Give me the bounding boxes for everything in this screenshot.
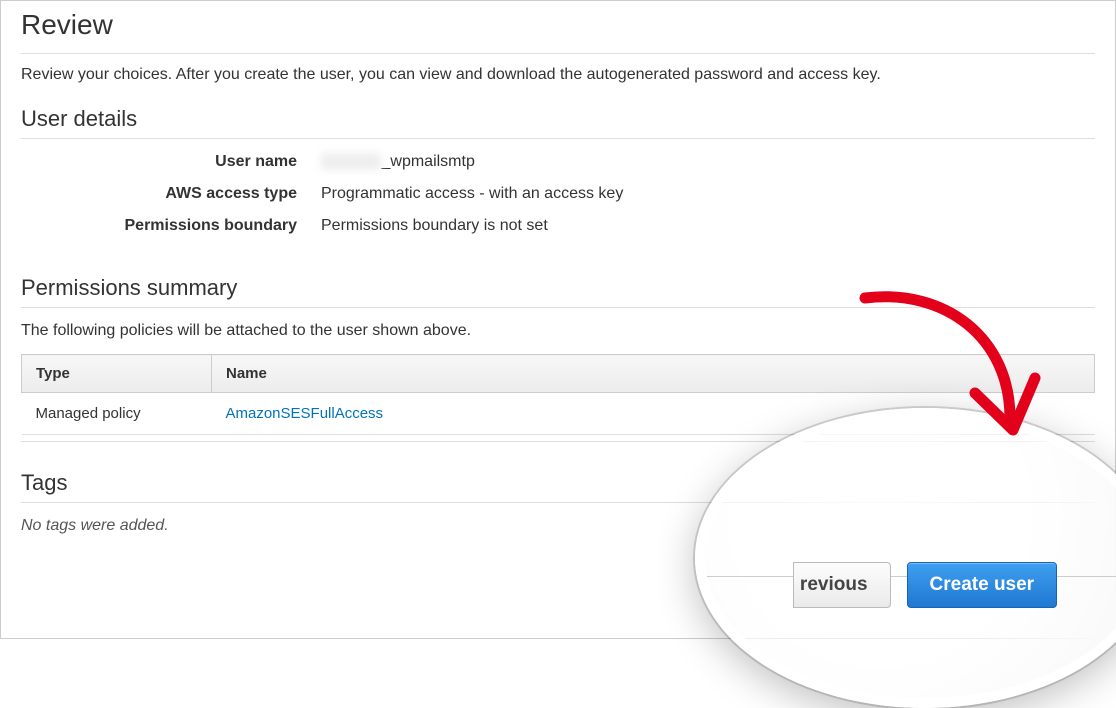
col-header-type[interactable]: Type [22, 355, 212, 393]
section-tags: Tags No tags were added. [21, 470, 1095, 535]
detail-row-username: User name example_wpmailsmtp [21, 153, 1095, 171]
col-header-name[interactable]: Name [212, 355, 1095, 393]
detail-row-access-type: AWS access type Programmatic access - wi… [21, 185, 1095, 203]
divider [21, 138, 1095, 139]
user-details-block: User name example_wpmailsmtp AWS access … [21, 153, 1095, 235]
detail-label-perm-boundary: Permissions boundary [21, 217, 321, 235]
page-title: Review [21, 9, 1095, 45]
create-user-button[interactable]: Create user [907, 562, 1058, 608]
previous-button[interactable]: revious [793, 562, 891, 608]
detail-value-access-type: Programmatic access - with an access key [321, 185, 623, 203]
review-intro-text: Review your choices. After you create th… [21, 66, 1095, 84]
divider [21, 502, 1095, 503]
detail-label-access-type: AWS access type [21, 185, 321, 203]
section-tags-title: Tags [21, 470, 1095, 496]
detail-label-username: User name [21, 153, 321, 171]
policies-table: Type Name Managed policy AmazonSESFullAc… [21, 354, 1095, 435]
username-suffix: _wpmailsmtp [381, 153, 474, 170]
table-header-row: Type Name [22, 355, 1095, 393]
divider [21, 307, 1095, 308]
tags-empty-text: No tags were added. [21, 517, 1095, 535]
detail-value-username: example_wpmailsmtp [321, 153, 475, 171]
permissions-intro-text: The following policies will be attached … [21, 322, 1095, 340]
section-permissions-title: Permissions summary [21, 275, 1095, 301]
table-row: Managed policy AmazonSESFullAccess [22, 393, 1095, 435]
username-redacted: example [321, 153, 381, 170]
divider [21, 53, 1095, 54]
divider [21, 441, 1095, 442]
policy-link[interactable]: AmazonSESFullAccess [226, 405, 384, 422]
detail-row-perm-boundary: Permissions boundary Permissions boundar… [21, 217, 1095, 235]
detail-value-perm-boundary: Permissions boundary is not set [321, 217, 548, 235]
cell-policy-type: Managed policy [22, 393, 212, 435]
section-user-details-title: User details [21, 106, 1095, 132]
